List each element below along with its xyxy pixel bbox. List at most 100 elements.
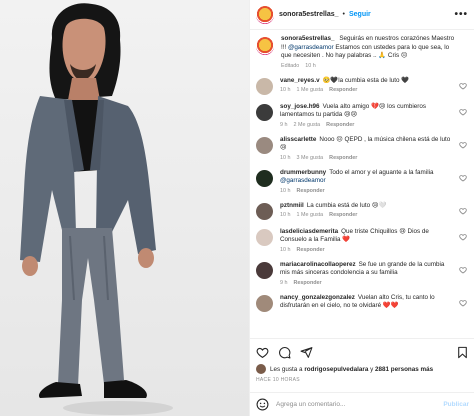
comment-time[interactable]: 10 h <box>280 188 291 194</box>
comment-like-heart-icon[interactable] <box>459 207 467 215</box>
post-age[interactable]: HACE 10 HORAS <box>250 374 474 383</box>
comment-like-heart-icon[interactable] <box>459 299 467 307</box>
comment-text-block: drummerbunny Todo el amor y el aguante a … <box>280 169 455 186</box>
likes-prefix: Les gusta a <box>270 365 303 373</box>
comment-mention[interactable]: @garrasdeamor <box>280 177 326 184</box>
caption-avatar[interactable] <box>256 37 274 55</box>
comment-input[interactable] <box>276 401 444 408</box>
comment-body: drummerbunny Todo el amor y el aguante a … <box>280 169 467 194</box>
post-caption: sonora5estrellas_ Seguirás en nuestros c… <box>256 35 467 69</box>
reply-button[interactable]: Responder <box>297 247 325 253</box>
commenter-avatar[interactable] <box>256 169 273 187</box>
commenter-username[interactable]: drummerbunny <box>280 169 326 176</box>
reply-button[interactable]: Responder <box>329 87 357 93</box>
comment-item: mariacarolinacollaoperez Se fue un grande… <box>256 261 467 286</box>
comment-time[interactable]: 9 h <box>280 280 288 286</box>
like-heart-icon[interactable] <box>256 346 269 359</box>
comment-time[interactable]: 10 h <box>280 247 291 253</box>
comment-time[interactable]: 10 h <box>280 212 291 218</box>
comment-likes[interactable]: 3 Me gusta <box>297 155 324 161</box>
liker-avatar[interactable] <box>256 364 266 374</box>
post-photo[interactable] <box>0 0 249 416</box>
comment-meta: 10 h 1 Me gusta Responder <box>280 212 455 218</box>
comment-text-block: soy_jose.h96 Vuela alto amigo 💔😢 los cumb… <box>280 103 455 120</box>
comment-like-heart-icon[interactable] <box>459 174 467 182</box>
commenter-avatar[interactable] <box>256 136 273 154</box>
comment-body: alisscarlette Nooo 😔 QEPD , la música chi… <box>280 136 467 161</box>
comment-text-block: pztnmiil La cumbia está de luto 😢🤍 <box>280 202 455 211</box>
post-comment-button[interactable]: Publicar <box>443 401 469 408</box>
share-paper-plane-icon[interactable] <box>300 346 313 359</box>
caption-meta: Editado 10 h <box>281 63 455 69</box>
follow-button[interactable]: Seguir <box>349 11 371 18</box>
caption-username[interactable]: sonora5estrellas_ <box>281 35 335 42</box>
action-icons <box>250 339 474 359</box>
likes-mid: y <box>370 365 374 373</box>
reply-button[interactable]: Responder <box>297 188 325 194</box>
caption-body: sonora5estrellas_ Seguirás en nuestros c… <box>281 35 467 69</box>
comment-body: pztnmiil La cumbia está de luto 😢🤍 10 h1 M… <box>280 202 467 220</box>
commenter-username[interactable]: pztnmiil <box>280 202 304 209</box>
commenter-username[interactable]: mariacarolinacollaoperez <box>280 261 356 268</box>
comment-item: nancy_gonzalezgonzalez Vuelan alto Cris, … <box>256 294 467 312</box>
post-header: sonora5estrellas_ • Seguir ••• <box>250 0 474 30</box>
comment-bubble-icon[interactable] <box>278 346 291 359</box>
commenter-avatar[interactable] <box>256 103 273 121</box>
comment-item: vane_reyes.v 🥺🖤la cumbia esta de luto 🖤 10… <box>256 77 467 95</box>
emoji-smiley-icon[interactable] <box>256 398 269 411</box>
likes-user[interactable]: rodrigosepulvedalara <box>304 366 368 373</box>
comment-items: vane_reyes.v 🥺🖤la cumbia esta de luto 🖤 10… <box>256 77 467 312</box>
comment-text-block: lasdeliciasdemerita Que triste Chiquillos… <box>280 228 455 245</box>
commenter-avatar[interactable] <box>256 228 273 246</box>
comment-body: lasdeliciasdemerita Que triste Chiquillos… <box>280 228 467 253</box>
commenter-username[interactable]: nancy_gonzalezgonzalez <box>280 294 355 301</box>
comment-body: mariacarolinacollaoperez Se fue un grande… <box>280 261 467 286</box>
commenter-avatar[interactable] <box>256 202 273 220</box>
comment-text-block: alisscarlette Nooo 😔 QEPD , la música chi… <box>280 136 455 153</box>
comment-text-block: nancy_gonzalezgonzalez Vuelan alto Cris, … <box>280 294 455 311</box>
comment-meta: 10 h Responder <box>280 188 455 194</box>
more-options-icon[interactable]: ••• <box>454 9 468 20</box>
comment-like-heart-icon[interactable] <box>459 141 467 149</box>
commenter-username[interactable]: vane_reyes.v <box>280 77 320 84</box>
author-username[interactable]: sonora5estrellas_ <box>279 11 339 18</box>
comment-like-heart-icon[interactable] <box>459 108 467 116</box>
post-side-panel: sonora5estrellas_ • Seguir ••• sonora5es… <box>249 0 474 416</box>
likes-count[interactable]: 2881 personas más <box>375 366 433 373</box>
post-actions: Les gusta a rodrigosepulvedalara y 2881 … <box>250 338 474 416</box>
comment-text: La cumbia está de luto 😢🤍 <box>306 201 387 209</box>
comment-time[interactable]: 10 h <box>280 87 291 93</box>
comment-likes[interactable]: 1 Me gusta <box>297 212 324 218</box>
comment-body: nancy_gonzalezgonzalez Vuelan alto Cris, … <box>280 294 467 312</box>
reply-button[interactable]: Responder <box>329 212 357 218</box>
commenter-username[interactable]: alisscarlette <box>280 136 316 143</box>
comment-text-block: mariacarolinacollaoperez Se fue un grande… <box>280 261 455 278</box>
commenter-avatar[interactable] <box>256 77 273 95</box>
reply-button[interactable]: Responder <box>294 280 322 286</box>
caption-time[interactable]: 10 h <box>305 63 316 69</box>
comment-likes[interactable]: 2 Me gusta <box>294 122 321 128</box>
comment-time[interactable]: 10 h <box>280 155 291 161</box>
comment-like-heart-icon[interactable] <box>459 233 467 241</box>
add-comment-bar: Publicar <box>250 392 474 416</box>
reply-button[interactable]: Responder <box>329 155 357 161</box>
commenter-username[interactable]: soy_jose.h96 <box>280 103 320 110</box>
caption-edited: Editado <box>281 62 300 69</box>
comment-item: lasdeliciasdemerita Que triste Chiquillos… <box>256 228 467 253</box>
reply-button[interactable]: Responder <box>326 122 354 128</box>
commenter-avatar[interactable] <box>256 261 273 279</box>
comment-meta: 10 h 1 Me gusta Responder <box>280 87 455 93</box>
comment-like-heart-icon[interactable] <box>459 266 467 274</box>
comments-list[interactable]: sonora5estrellas_ Seguirás en nuestros c… <box>250 31 474 338</box>
man-in-suit-illustration <box>20 3 173 415</box>
comment-time[interactable]: 9 h <box>280 122 288 128</box>
comment-text-block: vane_reyes.v 🥺🖤la cumbia esta de luto 🖤 <box>280 77 455 86</box>
comment-item: soy_jose.h96 Vuela alto amigo 💔😢 los cumb… <box>256 103 467 128</box>
commenter-avatar[interactable] <box>256 294 273 312</box>
commenter-username[interactable]: lasdeliciasdemerita <box>280 228 338 235</box>
caption-mention[interactable]: @garrasdeamor <box>288 44 334 51</box>
save-bookmark-icon[interactable] <box>456 346 469 359</box>
comment-like-heart-icon[interactable] <box>459 82 467 90</box>
comment-likes[interactable]: 1 Me gusta <box>297 87 324 93</box>
author-avatar[interactable] <box>256 5 274 24</box>
